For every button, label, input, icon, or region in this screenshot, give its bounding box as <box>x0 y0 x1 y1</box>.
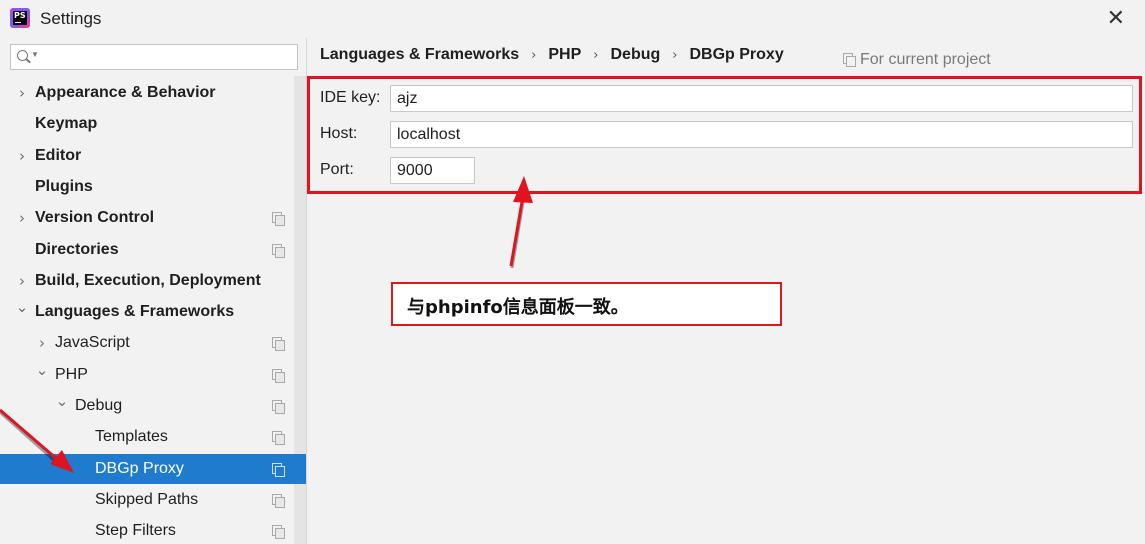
annotation-arrows <box>0 176 533 473</box>
arrow-to-form <box>509 195 525 267</box>
annotation-note: 与phpinfo信息面板一致。 <box>391 282 782 326</box>
arrowhead-form <box>513 176 533 203</box>
arrow-shadow-proxy <box>0 410 57 464</box>
arrow-to-dbgp-proxy <box>0 408 59 462</box>
arrowhead-proxy <box>50 450 74 473</box>
annotation-note-text: 与phpinfo信息面板一致。 <box>407 297 629 318</box>
